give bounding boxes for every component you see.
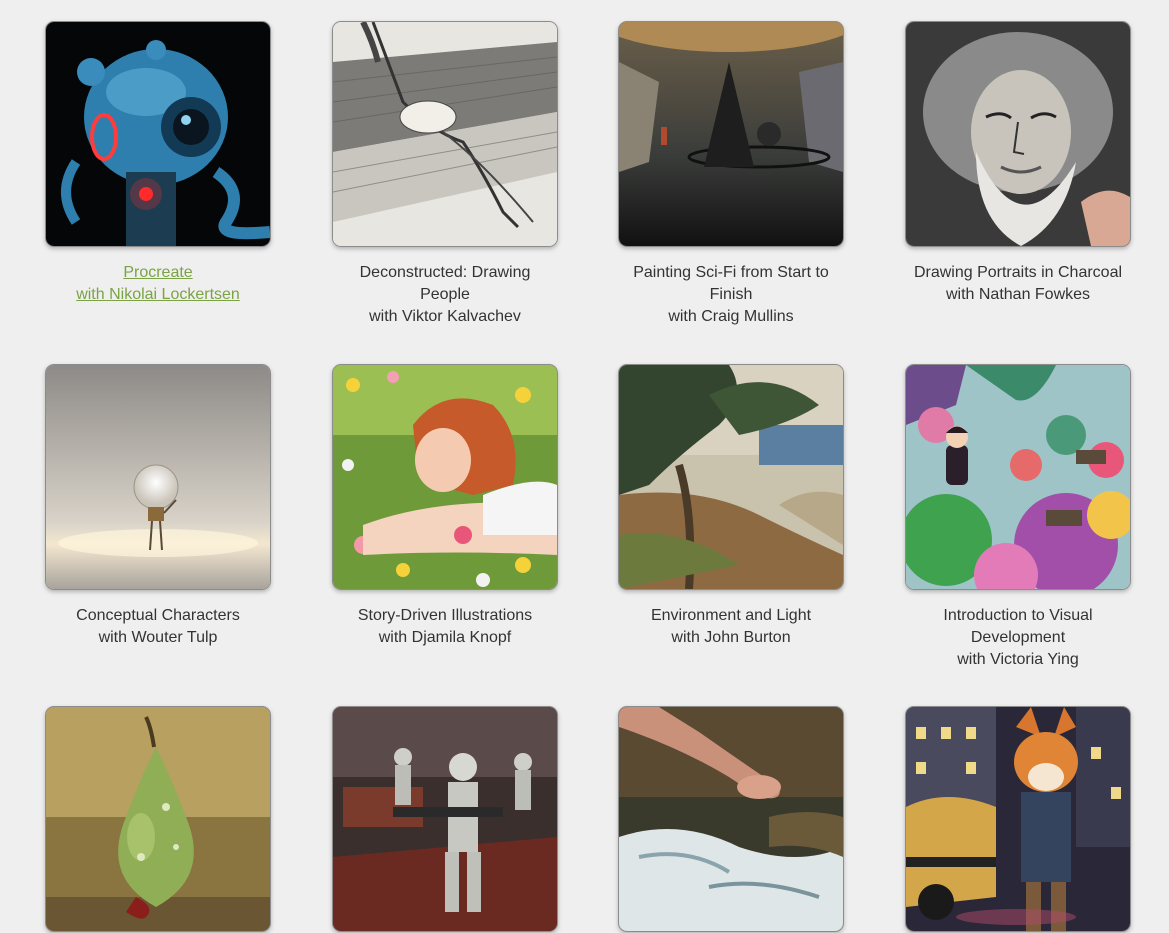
course-card-pear[interactable] <box>45 706 271 932</box>
course-thumbnail-fox-city[interactable] <box>905 706 1131 932</box>
course-instructor[interactable]: with John Burton <box>620 627 842 649</box>
course-thumbnail-robot[interactable] <box>45 21 271 247</box>
course-instructor[interactable]: with Wouter Tulp <box>47 627 269 649</box>
course-card-environment-light[interactable]: Environment and Light with John Burton <box>618 364 844 649</box>
course-caption[interactable]: Deconstructed: Drawing People with Vikto… <box>332 262 558 328</box>
course-caption[interactable]: Introduction to Visual Development with … <box>905 605 1131 671</box>
course-instructor[interactable]: with Djamila Knopf <box>334 627 556 649</box>
course-instructor[interactable]: with Viktor Kalvachev <box>334 306 556 328</box>
course-thumbnail-lightbulb[interactable] <box>45 364 271 590</box>
course-title[interactable]: Deconstructed: Drawing People <box>334 262 556 306</box>
course-title[interactable]: Introduction to Visual Development <box>907 605 1129 649</box>
course-thumbnail-coast-trees[interactable] <box>618 364 844 590</box>
course-thumbnail-flower-girl[interactable] <box>332 364 558 590</box>
course-caption[interactable]: Drawing Portraits in Charcoal with Natha… <box>905 262 1131 306</box>
course-thumbnail-pear[interactable] <box>45 706 271 932</box>
course-title[interactable]: Conceptual Characters <box>47 605 269 627</box>
course-grid: Procreate with Nikolai Lockertsen Decons… <box>0 0 1169 933</box>
course-title[interactable]: Painting Sci-Fi from Start to Finish <box>620 262 842 306</box>
course-title[interactable]: Drawing Portraits in Charcoal <box>907 262 1129 284</box>
course-thumbnail-foot-water[interactable] <box>618 706 844 932</box>
course-thumbnail-stormtrooper[interactable] <box>332 706 558 932</box>
course-card-charcoal-portraits[interactable]: Drawing Portraits in Charcoal with Natha… <box>905 21 1131 306</box>
course-instructor[interactable]: with Nathan Fowkes <box>907 284 1129 306</box>
course-caption[interactable]: Environment and Light with John Burton <box>618 605 844 649</box>
course-title[interactable]: Procreate <box>47 262 269 284</box>
course-caption[interactable]: Story-Driven Illustrations with Djamila … <box>332 605 558 649</box>
course-instructor[interactable]: with Nikolai Lockertsen <box>47 284 269 306</box>
course-card-deconstructed[interactable]: Deconstructed: Drawing People with Vikto… <box>332 21 558 328</box>
course-title[interactable]: Environment and Light <box>620 605 842 627</box>
course-instructor[interactable]: with Victoria Ying <box>907 649 1129 671</box>
course-card-foot-water[interactable] <box>618 706 844 932</box>
course-title[interactable]: Story-Driven Illustrations <box>334 605 556 627</box>
course-caption[interactable]: Conceptual Characters with Wouter Tulp <box>45 605 271 649</box>
course-card-visual-development[interactable]: Introduction to Visual Development with … <box>905 364 1131 671</box>
course-card-story-driven[interactable]: Story-Driven Illustrations with Djamila … <box>332 364 558 649</box>
course-thumbnail-figure-sketch[interactable] <box>332 21 558 247</box>
course-card-conceptual-characters[interactable]: Conceptual Characters with Wouter Tulp <box>45 364 271 649</box>
course-caption[interactable]: Painting Sci-Fi from Start to Finish wit… <box>618 262 844 328</box>
course-card-procreate[interactable]: Procreate with Nikolai Lockertsen <box>45 21 271 306</box>
course-card-fox-city[interactable] <box>905 706 1131 932</box>
course-card-stormtrooper[interactable] <box>332 706 558 932</box>
course-card-painting-scifi[interactable]: Painting Sci-Fi from Start to Finish wit… <box>618 21 844 328</box>
course-instructor[interactable]: with Craig Mullins <box>620 306 842 328</box>
course-thumbnail-candy-world[interactable] <box>905 364 1131 590</box>
course-caption[interactable]: Procreate with Nikolai Lockertsen <box>45 262 271 306</box>
course-thumbnail-charcoal-portrait[interactable] <box>905 21 1131 247</box>
course-thumbnail-scifi-cone[interactable] <box>618 21 844 247</box>
